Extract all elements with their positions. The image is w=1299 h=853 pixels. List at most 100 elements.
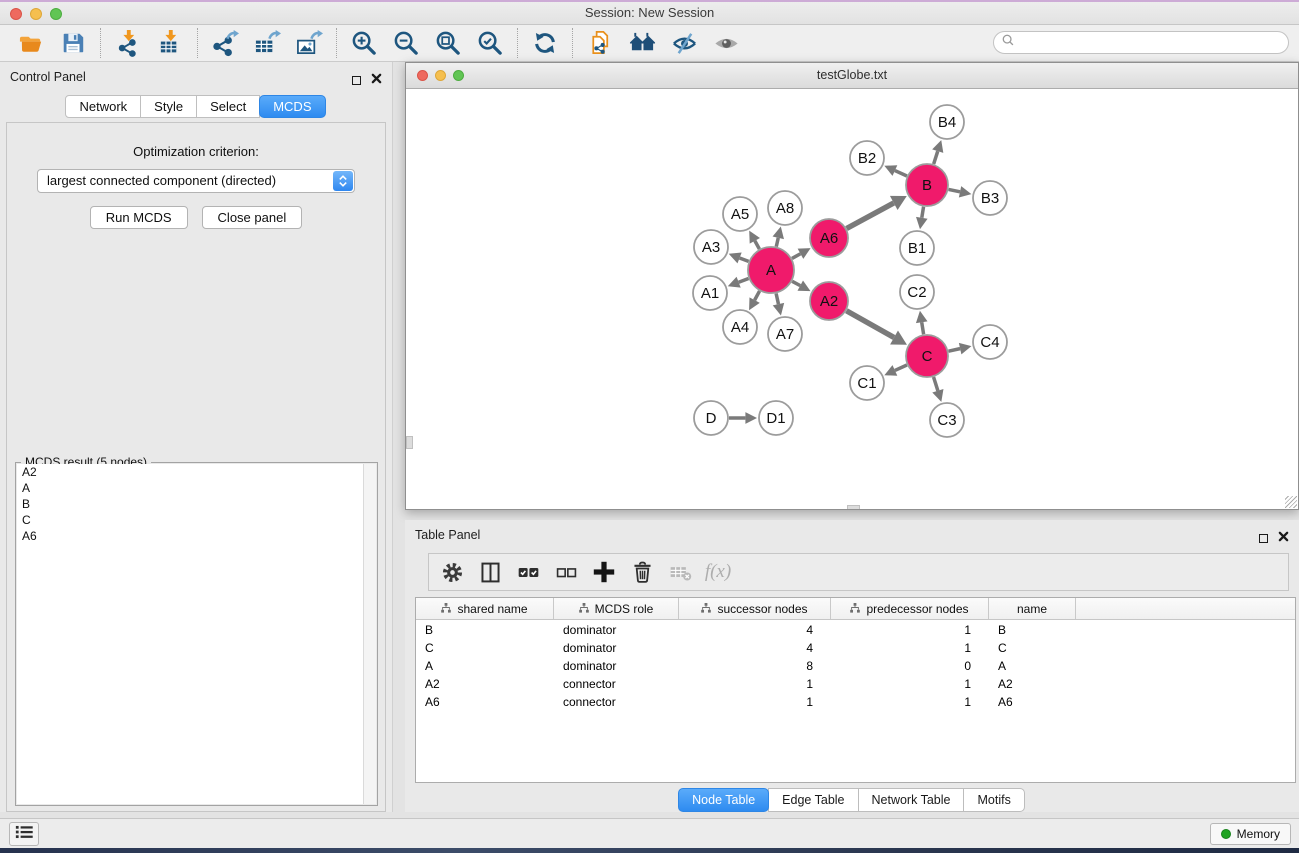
create-column-icon[interactable] bbox=[589, 557, 619, 587]
graph-edge-A-A2[interactable] bbox=[792, 280, 810, 291]
open-file-icon[interactable] bbox=[15, 28, 47, 58]
export-network-icon[interactable] bbox=[209, 28, 241, 58]
tab-network[interactable]: Network bbox=[65, 95, 141, 118]
clone-network-icon[interactable] bbox=[584, 28, 616, 58]
result-list-item[interactable]: B bbox=[17, 496, 376, 512]
graph-node-C3[interactable]: C3 bbox=[930, 403, 964, 437]
column-header-name[interactable]: name bbox=[989, 598, 1076, 619]
save-session-icon[interactable] bbox=[57, 28, 89, 58]
zoom-in-icon[interactable] bbox=[348, 28, 380, 58]
graph-edge-A-A4[interactable] bbox=[749, 291, 760, 310]
hide-selected-icon[interactable] bbox=[668, 28, 700, 58]
graph-edge-A6-B[interactable] bbox=[847, 196, 907, 229]
graph-edge-C-C3[interactable] bbox=[932, 377, 943, 402]
graph-node-C[interactable]: C bbox=[906, 335, 948, 377]
refresh-icon[interactable] bbox=[529, 28, 561, 58]
float-panel-icon[interactable] bbox=[352, 76, 361, 85]
graph-node-D1[interactable]: D1 bbox=[759, 401, 793, 435]
graph-node-A6[interactable]: A6 bbox=[810, 219, 848, 257]
graph-edge-A2-C[interactable] bbox=[846, 311, 907, 345]
tab-network-table[interactable]: Network Table bbox=[858, 788, 965, 812]
graph-node-A3[interactable]: A3 bbox=[694, 230, 728, 264]
import-table-icon[interactable] bbox=[154, 28, 186, 58]
show-column-icon[interactable] bbox=[475, 557, 505, 587]
graph-node-A5[interactable]: A5 bbox=[723, 197, 757, 231]
show-all-icon[interactable] bbox=[710, 28, 742, 58]
horizontal-scroll-mark[interactable] bbox=[847, 505, 860, 509]
graph-node-A1[interactable]: A1 bbox=[693, 276, 727, 310]
graph-node-C4[interactable]: C4 bbox=[973, 325, 1007, 359]
graph-node-A7[interactable]: A7 bbox=[768, 317, 802, 351]
graph-edge-C-C2[interactable] bbox=[916, 311, 928, 334]
float-table-panel-icon[interactable] bbox=[1259, 534, 1268, 543]
graph-node-A[interactable]: A bbox=[748, 247, 794, 293]
graph-edge-B-B2[interactable] bbox=[884, 165, 907, 176]
graph-node-B2[interactable]: B2 bbox=[850, 141, 884, 175]
table-row[interactable]: A2connector11A2 bbox=[416, 676, 1295, 692]
tab-select[interactable]: Select bbox=[196, 95, 260, 118]
result-list-item[interactable]: A2 bbox=[17, 464, 376, 480]
column-header-shared-name[interactable]: shared name bbox=[416, 598, 554, 619]
select-all-icon[interactable] bbox=[513, 557, 543, 587]
graph-edge-C-C1[interactable] bbox=[884, 365, 907, 376]
graph-node-D[interactable]: D bbox=[694, 401, 728, 435]
minimize-window-icon[interactable] bbox=[30, 8, 42, 20]
criterion-dropdown[interactable]: largest connected component (directed) bbox=[37, 169, 355, 193]
close-panel-icon[interactable] bbox=[371, 71, 382, 89]
graph-node-C2[interactable]: C2 bbox=[900, 275, 934, 309]
graph-node-B[interactable]: B bbox=[906, 164, 948, 206]
import-network-icon[interactable] bbox=[112, 28, 144, 58]
deselect-all-icon[interactable] bbox=[551, 557, 581, 587]
column-header-predecessor-nodes[interactable]: predecessor nodes bbox=[831, 598, 989, 619]
tab-edge-table[interactable]: Edge Table bbox=[768, 788, 858, 812]
graph-node-A4[interactable]: A4 bbox=[723, 310, 757, 344]
network-maximize-icon[interactable] bbox=[453, 70, 464, 81]
table-row[interactable]: A6connector11A6 bbox=[416, 694, 1295, 710]
column-header-MCDS-role[interactable]: MCDS role bbox=[554, 598, 679, 619]
graph-edge-A-A7[interactable] bbox=[773, 293, 784, 315]
mcds-result-list[interactable]: A2ABCA6 bbox=[17, 464, 376, 804]
tab-style[interactable]: Style bbox=[140, 95, 197, 118]
result-list-item[interactable]: A6 bbox=[17, 528, 376, 544]
graph-edge-A-A3[interactable] bbox=[729, 252, 749, 263]
close-window-icon[interactable] bbox=[10, 8, 22, 20]
tab-motifs[interactable]: Motifs bbox=[963, 788, 1024, 812]
graph-edge-A-A6[interactable] bbox=[792, 248, 811, 259]
zoom-selected-icon[interactable] bbox=[474, 28, 506, 58]
network-close-icon[interactable] bbox=[417, 70, 428, 81]
task-history-button[interactable] bbox=[9, 822, 39, 846]
graph-edge-B-B4[interactable] bbox=[932, 140, 943, 164]
search-input[interactable] bbox=[1019, 34, 1288, 52]
graph-edge-B-B1[interactable] bbox=[916, 207, 928, 230]
network-minimize-icon[interactable] bbox=[435, 70, 446, 81]
maximize-window-icon[interactable] bbox=[50, 8, 62, 20]
result-list-item[interactable]: A bbox=[17, 480, 376, 496]
graph-node-A2[interactable]: A2 bbox=[810, 282, 848, 320]
search-box[interactable] bbox=[993, 31, 1289, 54]
network-canvas[interactable]: B4 B2 B B3 A8 A5 A6 A3 B1 A A1 C2 A2 A4 A7 C4 C C1 C3 D D1 bbox=[406, 89, 1298, 509]
graph-edge-C-C4[interactable] bbox=[948, 343, 971, 354]
vertical-scroll-mark[interactable] bbox=[406, 436, 413, 449]
graph-node-C1[interactable]: C1 bbox=[850, 366, 884, 400]
zoom-fit-icon[interactable] bbox=[432, 28, 464, 58]
graph-edge-B-B3[interactable] bbox=[949, 186, 972, 197]
graph-node-B3[interactable]: B3 bbox=[973, 181, 1007, 215]
graph-edge-A-A5[interactable] bbox=[749, 231, 760, 249]
graph-node-A8[interactable]: A8 bbox=[768, 191, 802, 225]
result-list-item[interactable]: C bbox=[17, 512, 376, 528]
graph-node-B4[interactable]: B4 bbox=[930, 105, 964, 139]
run-mcds-button[interactable]: Run MCDS bbox=[90, 206, 188, 229]
table-mode-icon[interactable] bbox=[437, 557, 467, 587]
tab-node-table[interactable]: Node Table bbox=[678, 788, 769, 812]
delete-column-icon[interactable] bbox=[627, 557, 657, 587]
column-header-successor-nodes[interactable]: successor nodes bbox=[679, 598, 831, 619]
zoom-out-icon[interactable] bbox=[390, 28, 422, 58]
memory-button[interactable]: Memory bbox=[1210, 823, 1291, 845]
table-row[interactable]: Bdominator41B bbox=[416, 622, 1295, 638]
close-panel-button[interactable]: Close panel bbox=[202, 206, 303, 229]
tab-mcds[interactable]: MCDS bbox=[259, 95, 325, 118]
result-list-scrollbar[interactable] bbox=[363, 464, 376, 804]
graph-node-B1[interactable]: B1 bbox=[900, 231, 934, 265]
table-row[interactable]: Adominator80A bbox=[416, 658, 1295, 674]
export-image-icon[interactable] bbox=[293, 28, 325, 58]
